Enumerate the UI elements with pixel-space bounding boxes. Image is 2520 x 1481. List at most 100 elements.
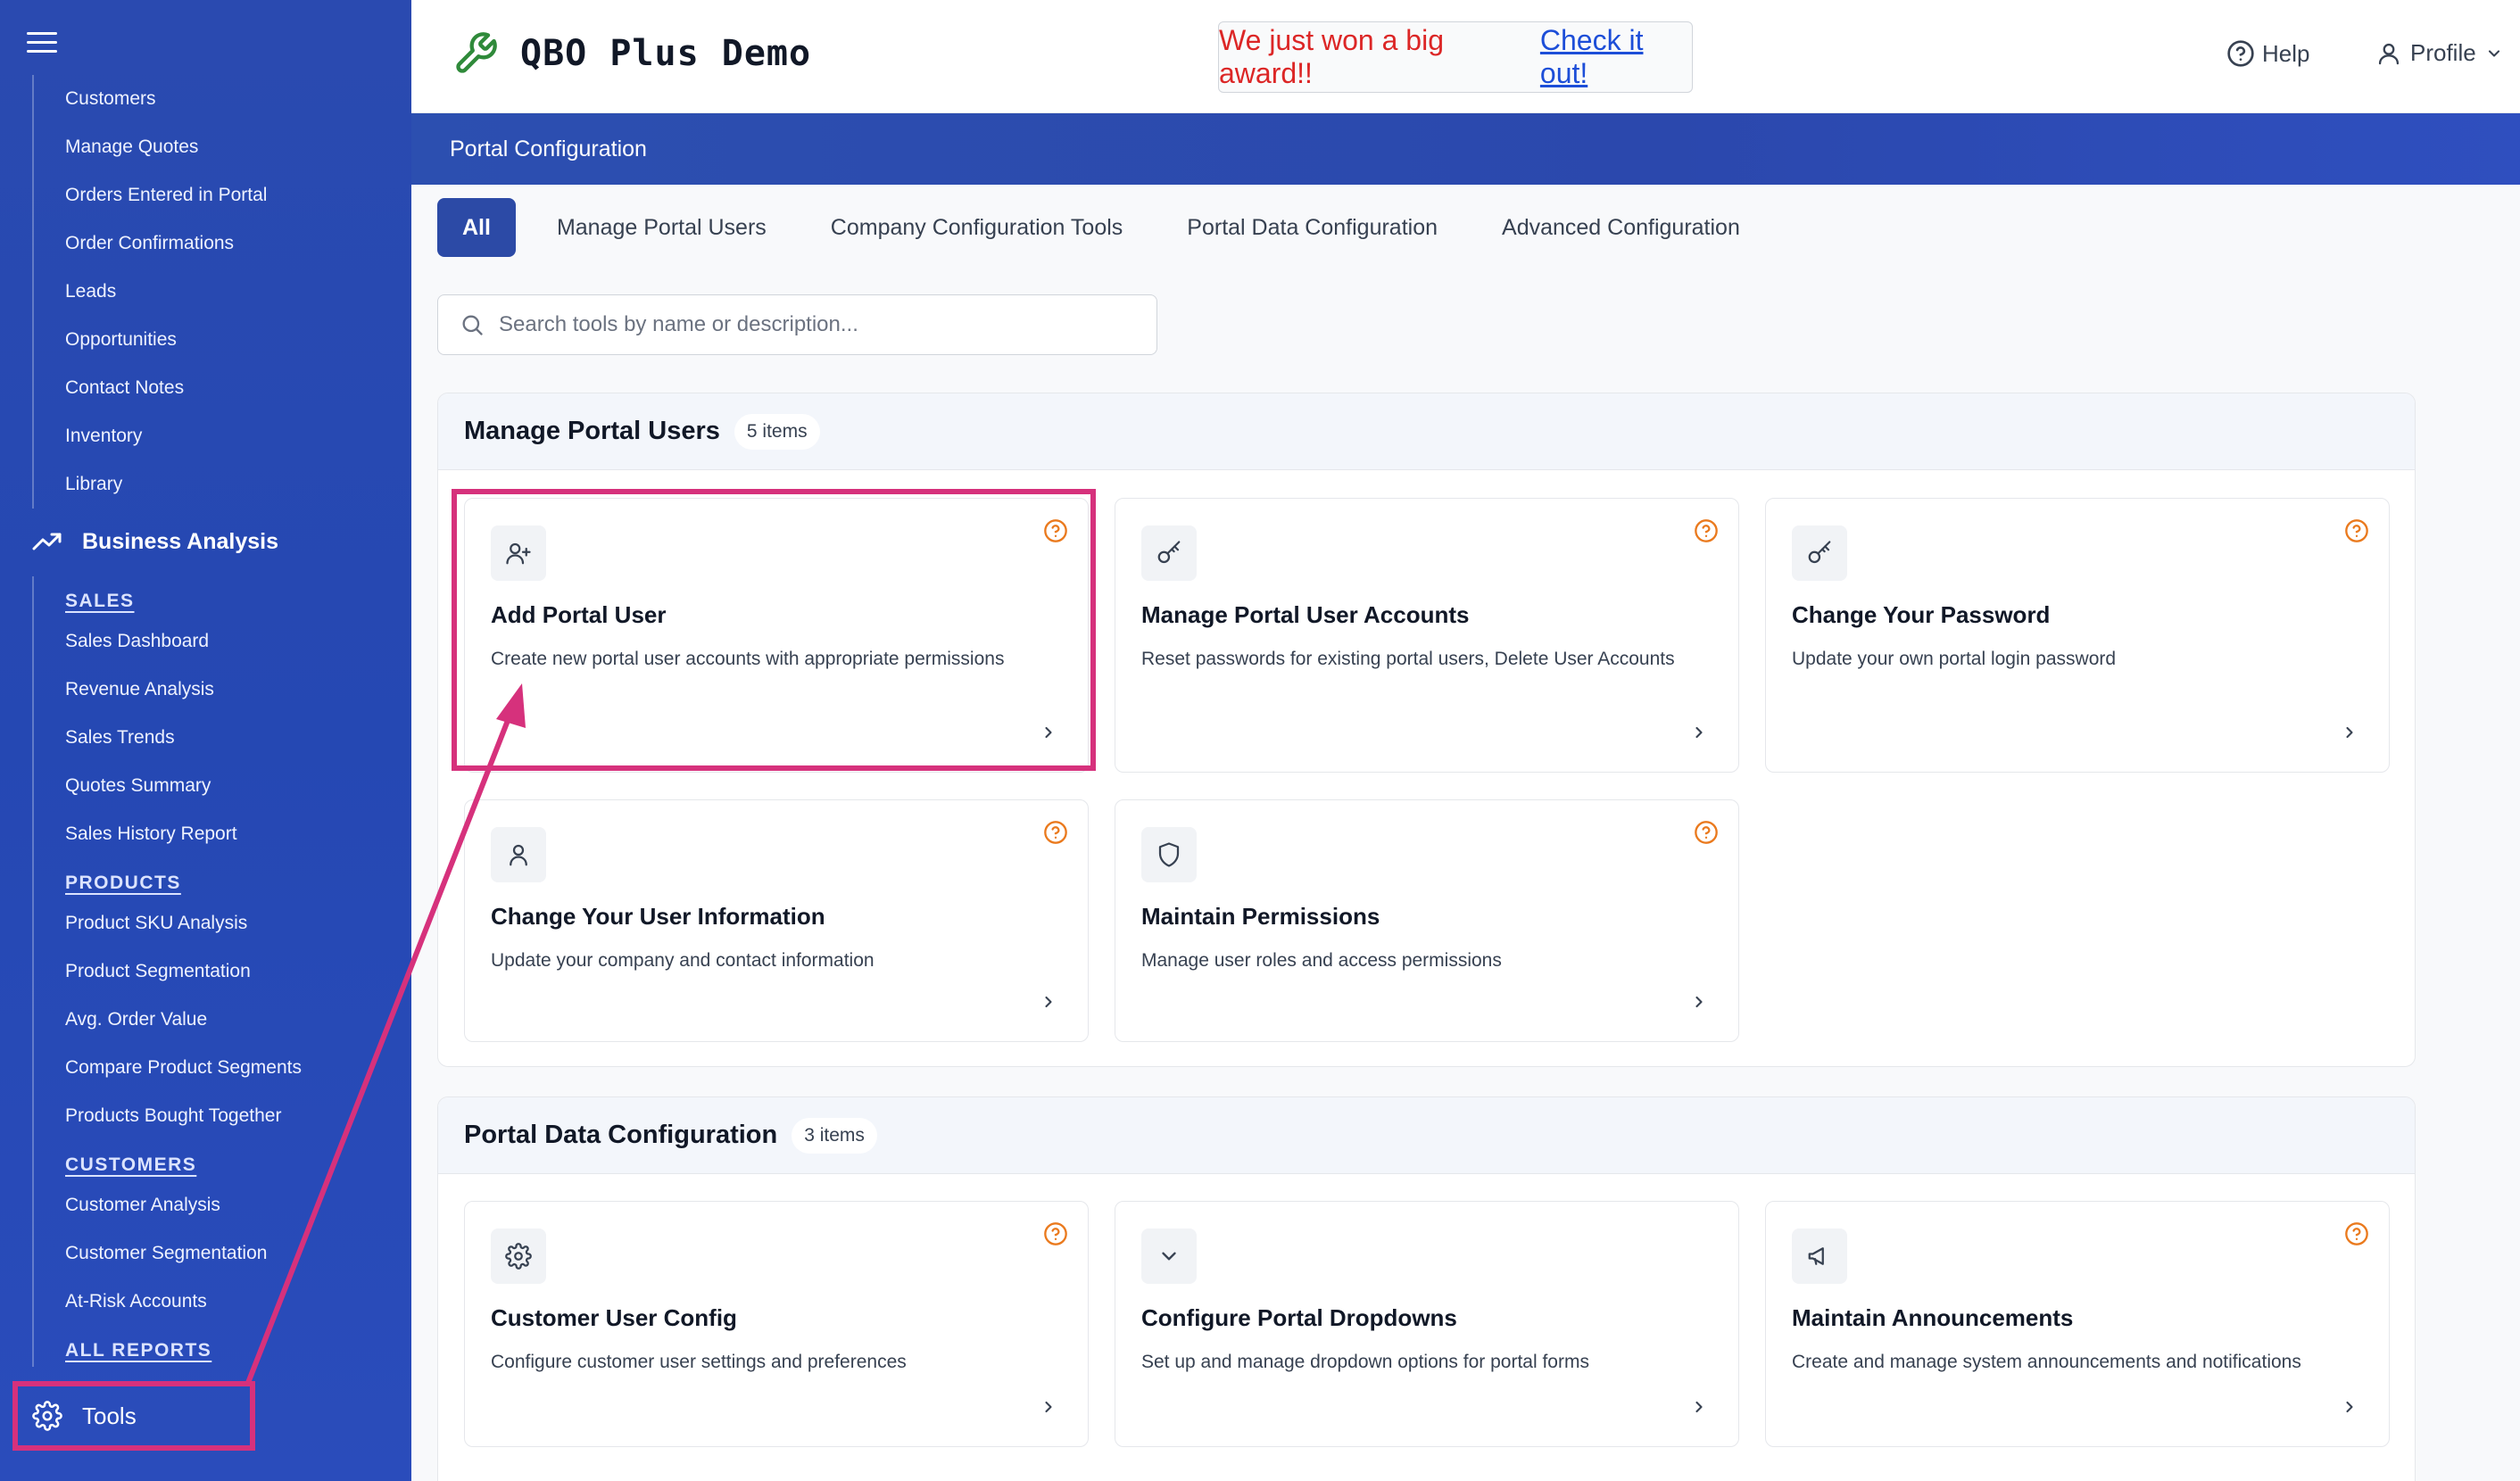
top-header: QBO Plus Demo We just won a big award!! … [411, 0, 2520, 113]
user-plus-icon [491, 525, 546, 581]
sidebar-item-sales-dashboard[interactable]: Sales Dashboard [34, 617, 302, 666]
page-title-bar: Portal Configuration [411, 113, 2520, 185]
card-description: Update your company and contact informat… [491, 950, 875, 971]
sidebar-item-inventory[interactable]: Inventory [34, 412, 267, 460]
user-icon [491, 827, 546, 882]
item-count-badge: 5 items [734, 413, 820, 450]
card-description: Reset passwords for existing portal user… [1141, 649, 1675, 669]
search-box [437, 294, 1157, 355]
help-button[interactable]: Help [2226, 39, 2309, 68]
sidebar-item-product-sku[interactable]: Product SKU Analysis [34, 899, 302, 947]
user-icon [2378, 43, 2400, 64]
card-manage-portal-user-accounts[interactable]: Manage Portal User Accounts Reset passwo… [1115, 498, 1739, 773]
chevron-down-icon [2488, 49, 2499, 57]
award-banner: We just won a big award!! Check it out! [1218, 21, 1693, 93]
help-circle-icon[interactable] [1043, 820, 1068, 845]
sidebar-item-contact-notes[interactable]: Contact Notes [34, 364, 267, 412]
card-customer-user-config[interactable]: Customer User Config Configure customer … [464, 1201, 1089, 1447]
sidebar-item-opportunities[interactable]: Opportunities [34, 316, 267, 364]
help-circle-icon[interactable] [1694, 518, 1719, 543]
sidebar-item-customer-segmentation[interactable]: Customer Segmentation [34, 1229, 302, 1278]
help-circle-icon[interactable] [1043, 518, 1068, 543]
sidebar-heading-products[interactable]: PRODUCTS [34, 858, 302, 899]
sidebar-heading-customers[interactable]: CUSTOMERS [34, 1140, 302, 1181]
card-title: Configure Portal Dropdowns [1141, 1304, 1457, 1331]
tab-portal-data-configuration[interactable]: Portal Data Configuration [1155, 198, 1470, 257]
award-link[interactable]: Check it out! [1540, 24, 1692, 90]
sidebar-item-revenue-analysis[interactable]: Revenue Analysis [34, 666, 302, 714]
chevron-right-icon [2346, 1401, 2353, 1413]
card-description: Update your own portal login password [1792, 649, 2117, 669]
brand-title: QBO Plus Demo [520, 33, 812, 74]
card-configure-portal-dropdowns[interactable]: Configure Portal Dropdowns Set up and ma… [1115, 1201, 1739, 1447]
sidebar-item-avg-order-value[interactable]: Avg. Order Value [34, 996, 302, 1044]
tab-company-configuration-tools[interactable]: Company Configuration Tools [799, 198, 1156, 257]
chevron-right-icon [1695, 1401, 1703, 1413]
key-icon [1792, 525, 1847, 581]
chevron-right-icon [1045, 996, 1052, 1008]
tab-advanced-configuration[interactable]: Advanced Configuration [1470, 198, 1772, 257]
main-content: All Manage Portal Users Company Configur… [411, 185, 2520, 1481]
help-circle-icon[interactable] [2344, 1221, 2369, 1246]
card-title: Add Portal User [491, 601, 667, 628]
chevron-right-icon [1695, 996, 1703, 1008]
tab-manage-portal-users[interactable]: Manage Portal Users [525, 198, 799, 257]
wrench-icon [456, 32, 497, 73]
card-maintain-permissions[interactable]: Maintain Permissions Manage user roles a… [1115, 799, 1739, 1042]
sidebar-item-customer-analysis[interactable]: Customer Analysis [34, 1181, 302, 1229]
card-add-portal-user[interactable]: Add Portal User Create new portal user a… [464, 498, 1089, 773]
sidebar-section-business-analysis[interactable]: Business Analysis [32, 521, 278, 562]
sidebar-item-leads[interactable]: Leads [34, 268, 267, 316]
chevron-right-icon [1695, 726, 1703, 739]
chevron-down-icon [1141, 1229, 1197, 1284]
help-circle-icon[interactable] [1043, 1221, 1068, 1246]
card-change-your-user-information[interactable]: Change Your User Information Update your… [464, 799, 1089, 1042]
card-maintain-announcements[interactable]: Maintain Announcements Create and manage… [1765, 1201, 2390, 1447]
sidebar-item-tools[interactable]: Tools [16, 1386, 250, 1445]
help-label: Help [2262, 39, 2310, 67]
menu-icon[interactable] [27, 32, 57, 55]
tools-label: Tools [82, 1402, 137, 1429]
profile-label: Profile [2410, 39, 2476, 66]
tab-all[interactable]: All [437, 198, 516, 257]
megaphone-icon [1792, 1229, 1847, 1284]
key-icon [1141, 525, 1197, 581]
sidebar: Customers Manage Quotes Orders Entered i… [0, 0, 411, 1481]
sidebar-item-library[interactable]: Library [34, 460, 267, 509]
card-title: Customer User Config [491, 1304, 737, 1331]
search-icon [462, 315, 483, 335]
sidebar-item-quotes-summary[interactable]: Quotes Summary [34, 762, 302, 810]
card-description: Manage user roles and access permissions [1141, 950, 1502, 971]
sidebar-item-compare-segments[interactable]: Compare Product Segments [34, 1044, 302, 1092]
brand[interactable]: QBO Plus Demo [452, 30, 811, 77]
search-input[interactable] [499, 312, 1141, 337]
sidebar-item-orders-entered[interactable]: Orders Entered in Portal [34, 171, 267, 219]
gear-icon [32, 1401, 62, 1431]
sidebar-heading-sales[interactable]: SALES [34, 576, 302, 617]
sidebar-item-order-confirmations[interactable]: Order Confirmations [34, 219, 267, 268]
sidebar-item-at-risk[interactable]: At-Risk Accounts [34, 1278, 302, 1326]
panel-title: Manage Portal Users [464, 417, 720, 445]
card-title: Manage Portal User Accounts [1141, 601, 1470, 628]
profile-menu[interactable]: Profile [2376, 39, 2503, 67]
sidebar-item-sales-history[interactable]: Sales History Report [34, 810, 302, 858]
trending-up-icon [32, 533, 62, 550]
shield-icon [1141, 827, 1197, 882]
help-circle-icon[interactable] [2344, 518, 2369, 543]
sidebar-heading-all-reports[interactable]: ALL REPORTS [34, 1326, 302, 1367]
sidebar-item-bought-together[interactable]: Products Bought Together [34, 1092, 302, 1140]
chevron-right-icon [2346, 726, 2353, 739]
card-description: Configure customer user settings and pre… [491, 1352, 907, 1372]
card-title: Maintain Announcements [1792, 1304, 2074, 1331]
chevron-right-icon [1045, 1401, 1052, 1413]
card-change-your-password[interactable]: Change Your Password Update your own por… [1765, 498, 2390, 773]
sidebar-section-label: Business Analysis [82, 528, 279, 554]
sidebar-item-product-segmentation[interactable]: Product Segmentation [34, 947, 302, 996]
card-description: Create new portal user accounts with app… [491, 649, 1005, 669]
sidebar-item-sales-trends[interactable]: Sales Trends [34, 714, 302, 762]
help-circle-icon[interactable] [1694, 820, 1719, 845]
nav-group-reports: SALES Sales Dashboard Revenue Analysis S… [32, 576, 302, 1367]
sidebar-item-customers[interactable]: Customers [34, 75, 267, 123]
card-description: Create and manage system announcements a… [1792, 1352, 2301, 1372]
sidebar-item-manage-quotes[interactable]: Manage Quotes [34, 123, 267, 171]
